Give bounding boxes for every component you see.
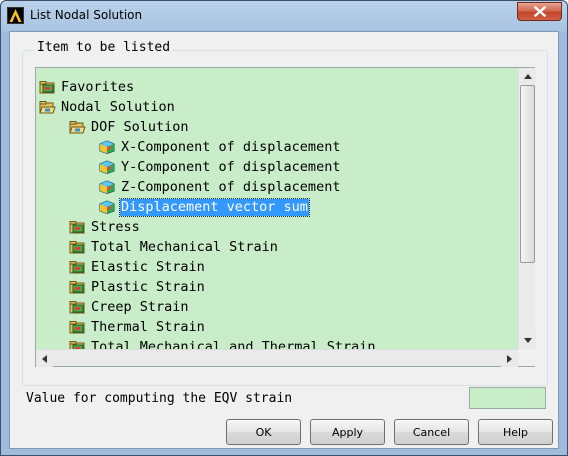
tree-item[interactable]: Plastic Strain — [69, 277, 206, 297]
eqv-strain-input[interactable] — [469, 387, 546, 409]
arrow-up-icon — [523, 74, 532, 79]
cube-icon — [99, 180, 116, 195]
tree-item-label: Creep Strain — [91, 298, 189, 315]
dialog-client-area: Item to be listed Favorites Nodal Solutio… — [9, 31, 559, 449]
tree-item[interactable]: Total Mechanical Strain — [69, 237, 279, 257]
vertical-scrollbar[interactable] — [518, 68, 536, 349]
scroll-left-button[interactable] — [36, 350, 53, 367]
tree-item-label: Y-Component of displacement — [121, 158, 341, 175]
tree-items: Favorites Nodal Solution DOF Solution X-Com… — [36, 68, 518, 349]
scroll-down-button[interactable] — [519, 332, 536, 349]
ansys-logo-icon — [7, 7, 24, 24]
tree-item-label: Thermal Strain — [91, 318, 205, 335]
tree-item-label: Elastic Strain — [91, 258, 205, 275]
arrow-down-icon — [523, 338, 532, 343]
cube-icon — [99, 140, 116, 155]
tree-item-label: Nodal Solution — [61, 98, 175, 115]
tree-item-label: Displacement vector sum — [119, 197, 310, 217]
folder-icon — [69, 300, 86, 314]
tree-item[interactable]: Z-Component of displacement — [99, 177, 341, 197]
tree-item-label: Z-Component of displacement — [121, 178, 341, 195]
apply-button[interactable]: Apply — [310, 419, 385, 445]
cancel-button[interactable]: Cancel — [394, 419, 469, 445]
tree-item[interactable]: X-Component of displacement — [99, 137, 341, 157]
tree-item[interactable]: Elastic Strain — [69, 257, 206, 277]
tree-item[interactable]: Favorites — [39, 77, 135, 97]
tree-item-label: Total Mechanical Strain — [91, 238, 278, 255]
tree-item-label: Total Mechanical and Thermal Strain — [91, 338, 376, 350]
arrow-right-icon — [507, 354, 512, 363]
item-tree[interactable]: Favorites Nodal Solution DOF Solution X-Com… — [35, 67, 536, 367]
tree-item[interactable]: Displacement vector sum — [99, 197, 310, 217]
tree-item[interactable]: Total Mechanical and Thermal Strain — [69, 337, 376, 349]
vertical-scroll-thumb[interactable] — [520, 85, 535, 263]
eqv-strain-label: Value for computing the EQV strain — [26, 391, 293, 406]
tree-item-label: Stress — [91, 218, 140, 235]
window-title: List Nodal Solution — [30, 8, 143, 22]
folder-icon — [69, 340, 86, 349]
help-button[interactable]: Help — [478, 419, 553, 445]
folder-open-icon — [69, 120, 86, 134]
scroll-up-button[interactable] — [519, 68, 536, 85]
folder-open-icon — [39, 100, 56, 114]
dialog-window: List Nodal Solution Item to be listed Fa… — [0, 0, 568, 456]
folder-icon — [69, 320, 86, 334]
scroll-right-button[interactable] — [501, 350, 518, 367]
title-bar[interactable]: List Nodal Solution — [1, 1, 567, 31]
close-button[interactable] — [517, 2, 562, 21]
tree-item[interactable]: Thermal Strain — [69, 317, 206, 337]
group-label: Item to be listed — [34, 40, 174, 55]
cube-icon — [99, 160, 116, 175]
folder-icon — [69, 240, 86, 254]
folder-icon — [69, 220, 86, 234]
folder-icon — [39, 80, 56, 94]
tree-item-label: X-Component of displacement — [121, 138, 341, 155]
tree-item-label: Plastic Strain — [91, 278, 205, 295]
arrow-left-icon — [42, 354, 47, 363]
folder-icon — [69, 280, 86, 294]
tree-item[interactable]: Y-Component of displacement — [99, 157, 341, 177]
tree-item[interactable]: DOF Solution — [69, 117, 190, 137]
horizontal-scrollbar[interactable] — [36, 349, 518, 367]
scroll-corner — [518, 349, 535, 366]
tree-item[interactable]: Nodal Solution — [39, 97, 176, 117]
tree-item-label: Favorites — [61, 78, 135, 95]
cube-icon — [99, 200, 116, 215]
folder-icon — [69, 260, 86, 274]
tree-item[interactable]: Creep Strain — [69, 297, 190, 317]
tree-item-label: DOF Solution — [91, 118, 189, 135]
tree-item[interactable]: Stress — [69, 217, 141, 237]
close-icon — [533, 6, 546, 17]
ok-button[interactable]: OK — [226, 419, 301, 445]
